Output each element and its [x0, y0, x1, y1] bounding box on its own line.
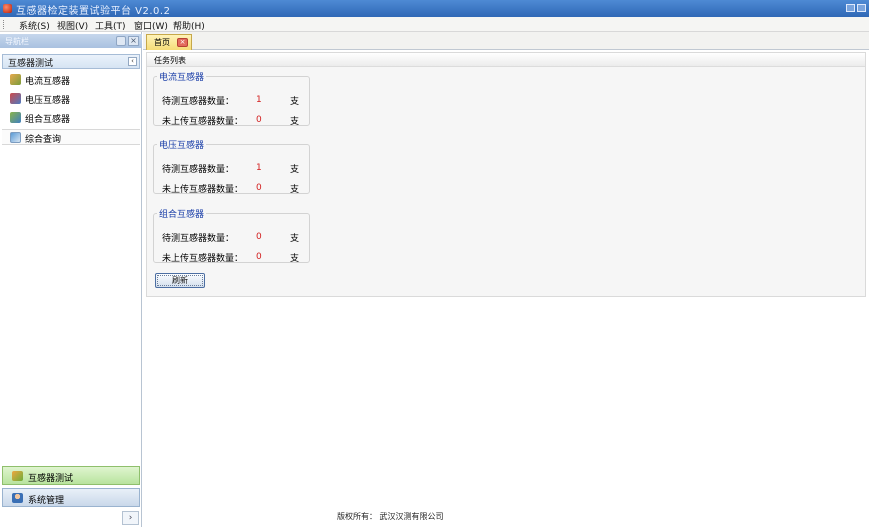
- combined-transformer-icon: [10, 112, 21, 123]
- menu-help[interactable]: 帮助(H): [173, 19, 205, 32]
- tab-home-label: 首页: [154, 38, 170, 47]
- window-title: 互感器检定装置试验平台 V2.0.2: [16, 6, 171, 17]
- pending-count-value: 1: [256, 163, 262, 173]
- navigation-header-label: 导航栏: [5, 37, 29, 46]
- app-icon: [3, 4, 12, 13]
- close-tab-icon[interactable]: ×: [177, 38, 188, 47]
- nav-section-label: 互感器测试: [8, 59, 54, 69]
- chevron-left-icon[interactable]: ‹: [128, 57, 137, 66]
- pending-count-label: 待测互感器数量：: [162, 165, 235, 175]
- voltage-transformer-icon: [10, 93, 21, 104]
- not-uploaded-count-label: 未上传互感器数量：: [162, 117, 244, 127]
- pending-count-value: 0: [256, 232, 262, 242]
- nav-item-query[interactable]: 综合查询: [2, 129, 140, 145]
- group-title: 电流互感器: [159, 73, 205, 83]
- query-icon: [10, 132, 21, 143]
- copyright-footer: 版权所有： 武汉汉测有限公司: [337, 512, 444, 521]
- menu-window[interactable]: 窗口(W): [134, 19, 168, 32]
- nav-item-current-transformer[interactable]: 电流互感器: [10, 72, 138, 88]
- document-tab-bar: 首页 ×: [143, 32, 869, 50]
- not-uploaded-count-value: 0: [256, 252, 262, 262]
- nav-item-label: 电流互感器: [25, 77, 71, 87]
- navigation-panel: 导航栏 × 互感器测试 ‹ 电流互感器 电压互感器 组合互感器 综合查询 互感器…: [0, 32, 142, 527]
- not-uploaded-count-label: 未上传互感器数量：: [162, 185, 244, 195]
- group-voltage-transformer: 电压互感器 待测互感器数量： 1 支 未上传互感器数量： 0 支: [153, 138, 310, 195]
- task-list-panel: 任务列表 电流互感器 待测互感器数量： 1 支 未上传互感器数量： 0 支 电压…: [146, 52, 866, 297]
- tab-system-admin[interactable]: 系统管理: [2, 488, 140, 507]
- tab-label: 互感器测试: [28, 474, 74, 484]
- nav-item-label: 综合查询: [25, 135, 62, 145]
- not-uploaded-count-value: 0: [256, 183, 262, 193]
- task-list-header: 任务列表: [147, 53, 865, 67]
- nav-item-label: 电压互感器: [25, 96, 71, 106]
- current-transformer-icon: [10, 74, 21, 85]
- menu-view[interactable]: 视图(V): [57, 19, 88, 32]
- toolbar-grip[interactable]: [3, 20, 5, 29]
- tab-home[interactable]: 首页 ×: [146, 34, 192, 50]
- not-uploaded-count-value: 0: [256, 115, 262, 125]
- task-list-title: 任务列表: [154, 56, 186, 65]
- maximize-window-button[interactable]: [857, 4, 866, 12]
- chevron-right-icon[interactable]: ›: [122, 511, 139, 525]
- not-uploaded-count-unit: 支: [290, 254, 300, 264]
- tab-transformer-test[interactable]: 互感器测试: [2, 466, 140, 485]
- nav-item-label: 组合互感器: [25, 115, 71, 125]
- pending-count-value: 1: [256, 95, 262, 105]
- menu-tools[interactable]: 工具(T): [95, 19, 126, 32]
- pin-icon[interactable]: [116, 36, 126, 46]
- not-uploaded-count-unit: 支: [290, 117, 300, 127]
- refresh-button[interactable]: 刷新: [155, 273, 205, 288]
- not-uploaded-count-label: 未上传互感器数量：: [162, 254, 244, 264]
- restore-window-button[interactable]: [846, 4, 855, 12]
- group-current-transformer: 电流互感器 待测互感器数量： 1 支 未上传互感器数量： 0 支: [153, 70, 310, 127]
- pending-count-label: 待测互感器数量：: [162, 97, 235, 107]
- main-content: 任务列表 电流互感器 待测互感器数量： 1 支 未上传互感器数量： 0 支 电压…: [143, 50, 869, 527]
- not-uploaded-count-unit: 支: [290, 185, 300, 195]
- pending-count-unit: 支: [290, 234, 300, 244]
- pending-count-label: 待测互感器数量：: [162, 234, 235, 244]
- tab-label: 系统管理: [28, 496, 65, 506]
- group-combined-transformer: 组合互感器 待测互感器数量： 0 支 未上传互感器数量： 0 支: [153, 207, 310, 264]
- nav-item-voltage-transformer[interactable]: 电压互感器: [10, 91, 138, 107]
- transformer-test-icon: [12, 471, 23, 481]
- navigation-header: 导航栏 ×: [0, 34, 142, 48]
- nav-item-combined-transformer[interactable]: 组合互感器: [10, 110, 138, 126]
- admin-icon: [12, 493, 23, 503]
- menu-bar: 系统(S) 视图(V) 工具(T) 窗口(W) 帮助(H): [0, 17, 869, 32]
- group-title: 组合互感器: [159, 210, 205, 220]
- title-bar: 互感器检定装置试验平台 V2.0.2: [0, 0, 869, 17]
- pending-count-unit: 支: [290, 165, 300, 175]
- nav-section-header[interactable]: 互感器测试 ‹: [2, 54, 140, 69]
- pending-count-unit: 支: [290, 97, 300, 107]
- close-icon[interactable]: ×: [128, 36, 139, 46]
- group-title: 电压互感器: [159, 141, 205, 151]
- menu-system[interactable]: 系统(S): [19, 19, 50, 32]
